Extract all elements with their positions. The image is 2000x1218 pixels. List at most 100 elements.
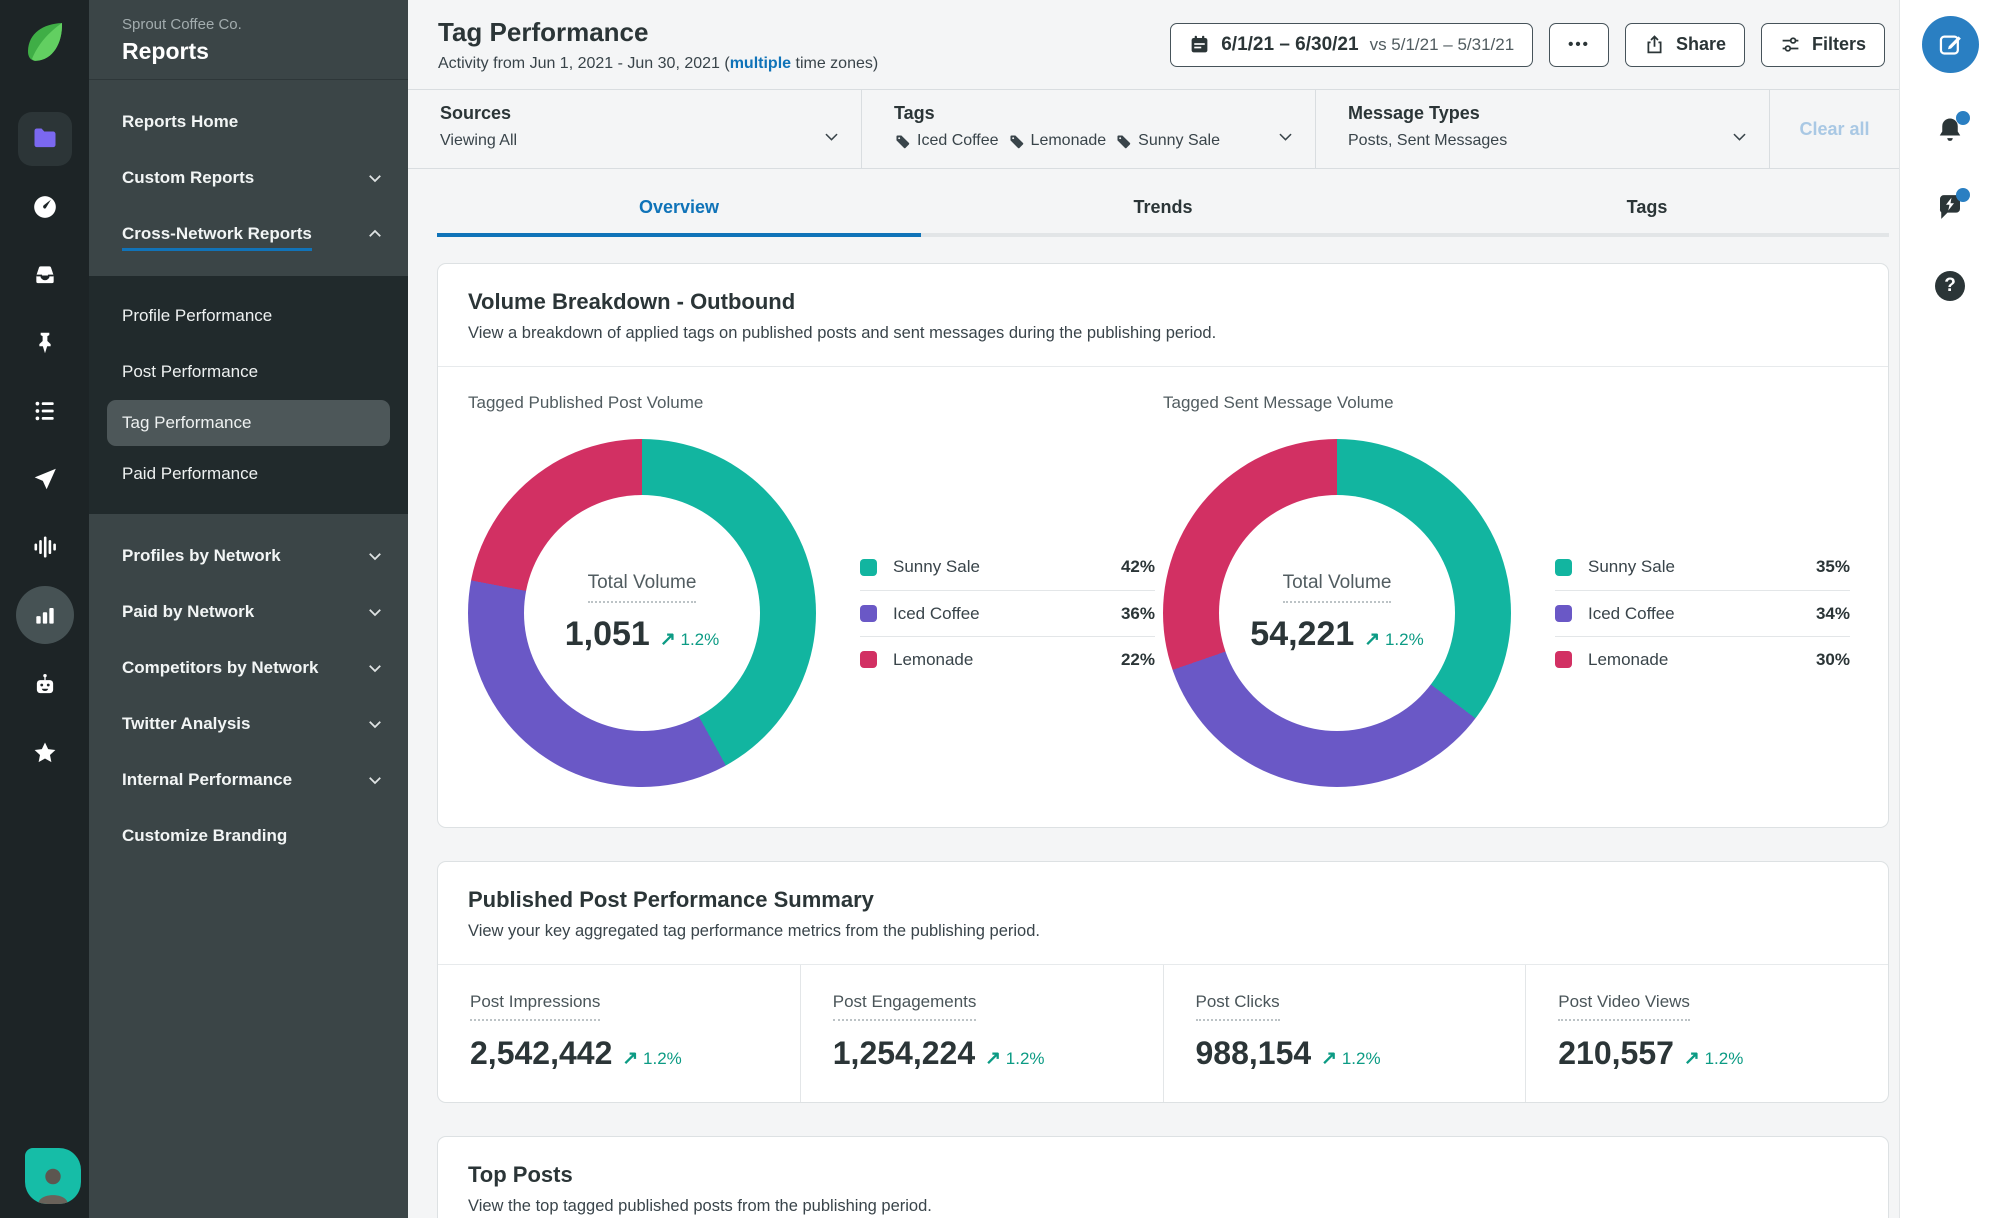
top-posts-subtitle: View the top tagged published posts from…	[468, 1197, 932, 1215]
sources-label: Sources	[440, 103, 512, 123]
page-title: Tag Performance	[438, 16, 649, 47]
legend-row[interactable]: Sunny Sale 35%	[1555, 544, 1850, 590]
sidebar-item-paid-performance[interactable]: Paid Performance	[89, 446, 408, 502]
chevron-down-icon	[822, 127, 841, 151]
nav-publishing-pin[interactable]	[18, 316, 72, 370]
tags-filter[interactable]: Tags Iced Coffee Lemonade Sunny Sale	[861, 90, 1315, 168]
paper-plane-icon	[34, 468, 56, 490]
arrow-up-right-icon: ↗	[622, 1048, 639, 1069]
list-icon	[35, 401, 54, 421]
notifications-button[interactable]	[1935, 111, 1970, 150]
chevron-down-icon	[369, 175, 381, 183]
tag-icon	[896, 134, 910, 148]
legend-swatch	[1555, 558, 1572, 576]
arrow-up-right-icon: ↗	[985, 1048, 1002, 1069]
top-posts-card: Top Posts View the top tagged published …	[437, 1136, 1889, 1218]
tab-trends[interactable]: Trends	[921, 183, 1405, 237]
share-button[interactable]: Share	[1624, 22, 1745, 67]
arrow-up-right-icon: ↗	[659, 629, 676, 650]
legend-row[interactable]: Lemonade 30%	[1555, 636, 1850, 682]
nav-favorites[interactable]	[18, 726, 72, 780]
date-range-button[interactable]: 6/1/21 – 6/30/21 vs 5/1/21 – 5/31/21	[1170, 22, 1534, 67]
clear-all-container: Clear all	[1769, 90, 1899, 168]
legend-row[interactable]: Lemonade 22%	[860, 636, 1155, 682]
sidebar-item-custom-reports[interactable]: Custom Reports	[89, 150, 408, 206]
calendar-icon	[1191, 35, 1208, 53]
delta-badge: ↗ 1.2%	[659, 629, 720, 650]
message-types-filter[interactable]: Message Types Posts, Sent Messages	[1315, 90, 1769, 168]
legend-row[interactable]: Sunny Sale 42%	[860, 544, 1155, 590]
metric-label[interactable]: Post Impressions	[470, 992, 601, 1021]
chevron-up-icon	[369, 229, 381, 237]
nav-reports-folder-active[interactable]	[17, 112, 72, 166]
sidebar-item-competitors-by-network[interactable]: Competitors by Network	[89, 640, 408, 696]
delta-badge: ↗ 1.2%	[1683, 1048, 1744, 1069]
nav-tasks-list[interactable]	[18, 384, 72, 438]
help-button[interactable]: ?	[1935, 271, 1965, 301]
sidebar-header: Sprout Coffee Co. Reports	[89, 0, 408, 80]
sidebar-item-cross-network-reports[interactable]: Cross-Network Reports	[89, 206, 408, 262]
gauge-icon	[33, 196, 56, 218]
nav-inbox[interactable]	[18, 248, 72, 302]
total-volume-label: Total Volume	[1282, 572, 1392, 603]
legend-swatch	[1555, 605, 1572, 622]
nav-dashboard[interactable]	[18, 180, 72, 234]
sidebar-item-twitter-analysis[interactable]: Twitter Analysis	[89, 696, 408, 752]
metric-label[interactable]: Post Video Views	[1558, 992, 1690, 1021]
nav-send[interactable]	[18, 452, 72, 506]
legend-row[interactable]: Iced Coffee 36%	[860, 590, 1155, 636]
metric-value: 1,254,224	[832, 1035, 976, 1071]
sidebar-item-reports-home[interactable]: Reports Home	[89, 94, 408, 150]
sliders-icon	[1782, 37, 1799, 52]
legend-row[interactable]: Iced Coffee 34%	[1555, 590, 1850, 636]
sidebar-item-profiles-by-network[interactable]: Profiles by Network	[89, 528, 408, 584]
total-volume-label: Total Volume	[587, 572, 697, 603]
donut-chart-sent-messages[interactable]: Total Volume 54,221 ↗ 1.2%	[1163, 439, 1511, 787]
sidebar-item-internal-performance[interactable]: Internal Performance	[89, 752, 408, 808]
pin-icon	[38, 332, 51, 354]
metric-label[interactable]: Post Clicks	[1195, 992, 1280, 1021]
summary-card-title: Published Post Performance Summary	[468, 887, 874, 912]
tab-tags[interactable]: Tags	[1405, 183, 1889, 237]
date-range-value: 6/1/21 – 6/30/21	[1221, 33, 1359, 55]
compose-button[interactable]	[1921, 16, 1979, 73]
filters-button[interactable]: Filters	[1760, 22, 1885, 67]
arrow-up-right-icon: ↗	[1364, 629, 1381, 650]
nav-automation[interactable]	[18, 658, 72, 712]
date-compare-value: vs 5/1/21 – 5/31/21	[1369, 34, 1515, 54]
listening-wave-icon	[34, 536, 56, 558]
report-tabs: Overview Trends Tags	[408, 183, 1899, 237]
reports-sidebar: Sprout Coffee Co. Reports Reports Home C…	[89, 0, 408, 1218]
message-types-value: Posts, Sent Messages	[1348, 132, 1508, 149]
whats-new-button[interactable]	[1935, 188, 1970, 227]
chart-legend: Sunny Sale 35% Iced Coffee 34% Lemonade …	[1555, 544, 1850, 682]
bot-icon	[36, 673, 53, 694]
inbox-icon	[35, 266, 54, 284]
clear-all-button[interactable]: Clear all	[1799, 119, 1869, 140]
arrow-up-right-icon: ↗	[1683, 1048, 1700, 1069]
sidebar-item-customize-branding[interactable]: Customize Branding	[89, 808, 408, 864]
sidebar-item-tag-performance-selected[interactable]: Tag Performance	[107, 400, 390, 446]
chevron-down-icon	[1730, 127, 1749, 151]
share-icon	[1647, 35, 1662, 54]
user-avatar[interactable]	[25, 1148, 81, 1204]
sidebar-group-section: Profiles by Network Paid by Network Comp…	[89, 514, 408, 878]
sidebar-item-profile-performance[interactable]: Profile Performance	[89, 288, 408, 344]
sidebar-item-post-performance[interactable]: Post Performance	[89, 344, 408, 400]
chevron-down-icon	[369, 609, 381, 617]
share-label: Share	[1675, 34, 1726, 54]
tab-overview[interactable]: Overview	[437, 183, 921, 237]
sources-filter[interactable]: Sources Viewing All	[408, 90, 861, 168]
delta-badge: ↗ 1.2%	[622, 1048, 682, 1069]
nav-reports-active[interactable]	[15, 586, 74, 644]
metric-label[interactable]: Post Engagements	[832, 992, 977, 1021]
nav-listening[interactable]	[18, 520, 72, 574]
delta-badge: ↗ 1.2%	[1321, 1048, 1381, 1069]
metric-value: 2,542,442	[470, 1035, 613, 1071]
top-posts-title: Top Posts	[468, 1162, 573, 1187]
sidebar-item-paid-by-network[interactable]: Paid by Network	[89, 584, 408, 640]
sidebar-subsection: Profile Performance Post Performance Tag…	[89, 276, 408, 514]
multiple-timezones-link[interactable]: multiple	[730, 55, 791, 72]
more-options-button[interactable]: •••	[1549, 22, 1609, 67]
donut-chart-published[interactable]: Total Volume 1,051 ↗ 1.2%	[468, 439, 816, 787]
